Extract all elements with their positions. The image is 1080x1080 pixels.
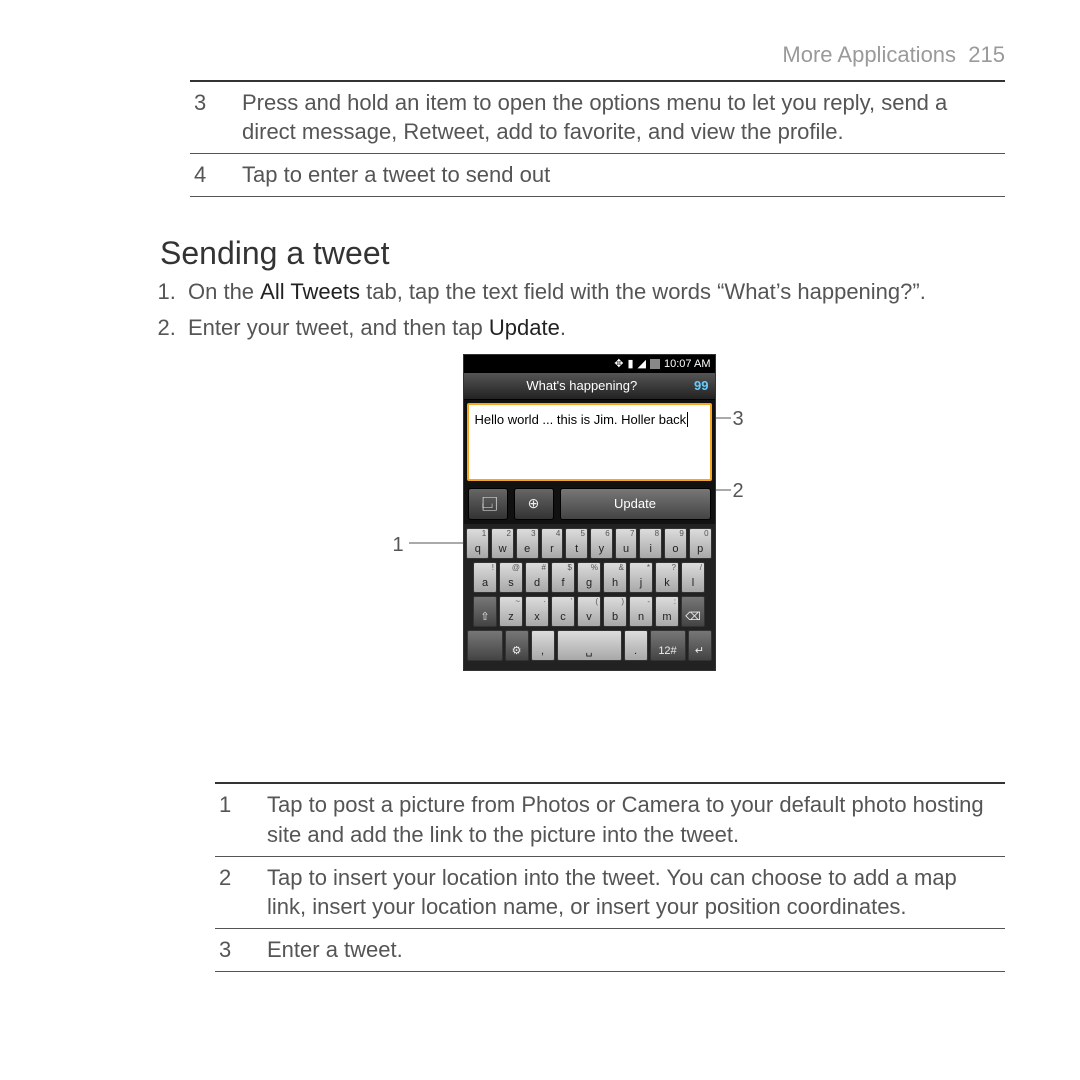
key-m[interactable]: :m (655, 596, 679, 627)
key-↵[interactable]: ↵ (688, 630, 712, 661)
key-⌫[interactable]: ⌫ (681, 596, 705, 627)
key-s[interactable]: @s (499, 562, 523, 593)
bottom-callout-table: 1 Tap to post a picture from Photos or C… (215, 782, 1005, 971)
compose-header: What's happening? 99 (464, 373, 715, 400)
key-l[interactable]: /l (681, 562, 705, 593)
key-i[interactable]: 8i (639, 528, 662, 559)
callout-number: 4 (190, 154, 238, 197)
update-button[interactable]: Update (560, 488, 711, 520)
key-12#[interactable]: 12# (650, 630, 686, 661)
key-x[interactable]: ·x (525, 596, 549, 627)
settings-key[interactable]: ⚙ (505, 630, 529, 661)
key-d[interactable]: #d (525, 562, 549, 593)
key-a[interactable]: !a (473, 562, 497, 593)
callout-text: Tap to post a picture from Photos or Cam… (263, 783, 1005, 856)
step-item: On the All Tweets tab, tap the text fiel… (182, 277, 1005, 307)
table-row: 3 Enter a tweet. (215, 929, 1005, 972)
callout-number: 3 (215, 929, 263, 972)
table-row: 3 Press and hold an item to open the opt… (190, 81, 1005, 154)
annotation-3: 3 (733, 406, 744, 433)
page-header: More Applications 215 (160, 40, 1005, 70)
callout-text: Tap to insert your location into the twe… (263, 856, 1005, 928)
table-row: 4 Tap to enter a tweet to send out (190, 154, 1005, 197)
callout-text: Tap to enter a tweet to send out (238, 154, 1005, 197)
location-icon: ⊕ (528, 494, 540, 513)
steps-list: On the All Tweets tab, tap the text fiel… (182, 277, 1005, 342)
keyboard: 1q2w3e4r5t6y7u8i9o0p !a@s#d$f%g&h*j?k/l … (464, 524, 715, 670)
signal-bars-icon: ◢ (638, 357, 646, 372)
camera-button[interactable]: ⌴⃞ (468, 488, 508, 520)
phone-mock: ✥ ▮ ◢ 10:07 AM What's happening? 99 Hell… (463, 354, 716, 671)
text-cursor (687, 412, 688, 427)
key-p[interactable]: 0p (689, 528, 712, 559)
status-time: 10:07 AM (664, 357, 710, 372)
annotation-2: 2 (733, 478, 744, 505)
key-g[interactable]: %g (577, 562, 601, 593)
key-f[interactable]: $f (551, 562, 575, 593)
key-n[interactable]: -n (629, 596, 653, 627)
location-button[interactable]: ⊕ (514, 488, 554, 520)
key-j[interactable]: *j (629, 562, 653, 593)
gps-icon: ✥ (614, 357, 623, 372)
compose-toolbar: ⌴⃞ ⊕ Update (464, 484, 715, 524)
key-␣[interactable]: ␣ (557, 630, 622, 661)
compose-title: What's happening? (470, 377, 695, 395)
key-b[interactable]: )b (603, 596, 627, 627)
callout-text: Press and hold an item to open the optio… (238, 81, 1005, 154)
key-y[interactable]: 6y (590, 528, 613, 559)
key-r[interactable]: 4r (541, 528, 564, 559)
key-z[interactable]: ~z (499, 596, 523, 627)
top-callout-table: 3 Press and hold an item to open the opt… (190, 80, 1005, 197)
annotation-1: 1 (393, 532, 404, 559)
key-e[interactable]: 3e (516, 528, 539, 559)
key-o[interactable]: 9o (664, 528, 687, 559)
key-dark wide[interactable] (467, 630, 503, 661)
table-row: 1 Tap to post a picture from Photos or C… (215, 783, 1005, 856)
battery-icon (650, 359, 660, 369)
section-heading: Sending a tweet (160, 232, 1005, 275)
key-q[interactable]: 1q (466, 528, 489, 559)
key-,[interactable]: , (531, 630, 555, 661)
char-count: 99 (694, 377, 708, 395)
page-number: 215 (968, 42, 1005, 67)
key-w[interactable]: 2w (491, 528, 514, 559)
tweet-textarea[interactable]: Hello world ... this is Jim. Holler back (467, 403, 712, 481)
key-v[interactable]: (v (577, 596, 601, 627)
step-item: Enter your tweet, and then tap Update. (182, 313, 1005, 343)
key-k[interactable]: ?k (655, 562, 679, 593)
key-h[interactable]: &h (603, 562, 627, 593)
key-c[interactable]: 'c (551, 596, 575, 627)
camera-icon: ⌴⃞ (482, 494, 493, 513)
signal-icon: ▮ (627, 357, 633, 372)
table-row: 2 Tap to insert your location into the t… (215, 856, 1005, 928)
key-.[interactable]: . (624, 630, 648, 661)
callout-number: 1 (215, 783, 263, 856)
phone-figure: 1 2 3 ✥ ▮ ◢ 10:07 AM What's happening? 9… (423, 354, 743, 764)
callout-number: 2 (215, 856, 263, 928)
callout-number: 3 (190, 81, 238, 154)
section-title: More Applications (782, 42, 956, 67)
key-t[interactable]: 5t (565, 528, 588, 559)
key-⇧[interactable]: ⇧ (473, 596, 497, 627)
callout-text: Enter a tweet. (263, 929, 1005, 972)
key-u[interactable]: 7u (615, 528, 638, 559)
statusbar: ✥ ▮ ◢ 10:07 AM (464, 355, 715, 373)
